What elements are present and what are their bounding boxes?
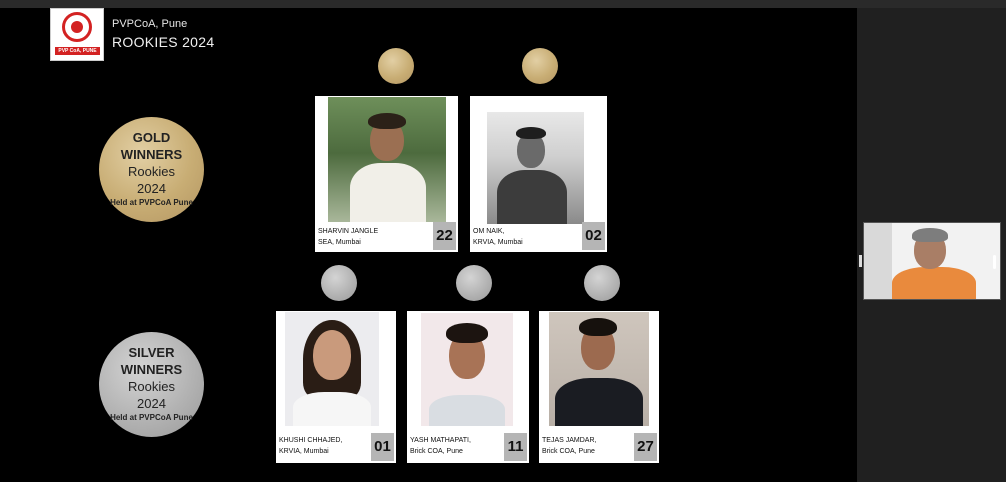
winner-name: OM NAIK, <box>473 228 505 235</box>
badge-year: 2024 <box>137 181 166 196</box>
silver-winners-badge: SILVER WINNERS Rookies 2024 Held at PVPC… <box>99 332 204 437</box>
winner-card: TEJAS JAMDAR, Brick COA, Pune 27 <box>539 311 659 463</box>
winner-photo <box>328 97 446 222</box>
badge-title: GOLD <box>132 130 171 145</box>
winner-number: 22 <box>433 222 456 250</box>
badge-title: SILVER <box>128 345 175 360</box>
winner-card: YASH MATHAPATI, Brick COA, Pune 11 <box>407 311 529 463</box>
gold-medal-icon <box>522 48 558 84</box>
badge-year: 2024 <box>137 396 166 411</box>
winner-name: SHARVIN JANGLE <box>318 228 379 235</box>
winner-number: 27 <box>634 433 657 461</box>
org-name: PVPCoA, Pune <box>112 18 188 30</box>
video-background <box>864 223 892 299</box>
logo-seal-icon <box>62 12 92 42</box>
winner-photo <box>421 313 513 426</box>
winner-number: 11 <box>504 433 527 461</box>
winner-name: YASH MATHAPATI, <box>410 437 471 444</box>
winner-college: SEA, Mumbai <box>318 239 361 246</box>
gold-medal-icon <box>378 48 414 84</box>
gold-winners-badge: GOLD WINNERS Rookies 2024 Held at PVPCoA… <box>99 117 204 222</box>
silver-medal-icon <box>456 265 492 301</box>
winner-caption: KHUSHI CHHAJED, KRVIA, Mumbai <box>279 435 342 457</box>
microphone-icon <box>993 255 996 269</box>
top-bar <box>0 0 1006 8</box>
winner-college: KRVIA, Mumbai <box>473 239 523 246</box>
participant-figure <box>892 267 976 299</box>
winner-number: 02 <box>582 222 605 250</box>
winner-college: KRVIA, Mumbai <box>279 448 329 455</box>
winner-caption: OM NAIK, KRVIA, Mumbai <box>473 226 523 248</box>
event-title: ROOKIES 2024 <box>112 34 215 50</box>
badge-event: Rookies <box>128 379 175 394</box>
winner-college: Brick COA, Pune <box>410 448 463 455</box>
badge-event: Rookies <box>128 164 175 179</box>
panel-resize-handle[interactable] <box>859 255 862 267</box>
winner-card: SHARVIN JANGLE SEA, Mumbai 22 <box>315 96 458 252</box>
winner-caption: SHARVIN JANGLE SEA, Mumbai <box>318 226 378 248</box>
participant-hair <box>912 228 948 242</box>
winner-name: KHUSHI CHHAJED, <box>279 437 343 444</box>
winner-photo <box>487 112 584 224</box>
winner-college: Brick COA, Pune <box>542 448 595 455</box>
logo-text: PVP CoA, PUNE <box>55 47 100 55</box>
winner-name: TEJAS JAMDAR, <box>542 437 597 444</box>
silver-medal-icon <box>584 265 620 301</box>
winner-caption: TEJAS JAMDAR, Brick COA, Pune <box>542 435 596 457</box>
badge-venue: Held at PVPCoA Pune <box>110 198 193 207</box>
participant-video-tile[interactable] <box>863 222 1001 300</box>
winner-photo <box>285 312 379 426</box>
badge-subtitle: WINNERS <box>120 362 183 377</box>
winner-number: 01 <box>371 433 394 461</box>
silver-medal-icon <box>321 265 357 301</box>
badge-venue: Held at PVPCoA Pune <box>110 413 193 422</box>
winner-photo <box>549 312 649 426</box>
badge-subtitle: WINNERS <box>120 147 183 162</box>
winner-card: OM NAIK, KRVIA, Mumbai 02 <box>470 96 607 252</box>
winner-caption: YASH MATHAPATI, Brick COA, Pune <box>410 435 471 457</box>
winner-card: KHUSHI CHHAJED, KRVIA, Mumbai 01 <box>276 311 396 463</box>
college-logo: PVP CoA, PUNE <box>50 8 104 61</box>
shared-slide: PVP CoA, PUNE PVPCoA, Pune ROOKIES 2024 … <box>0 8 857 482</box>
